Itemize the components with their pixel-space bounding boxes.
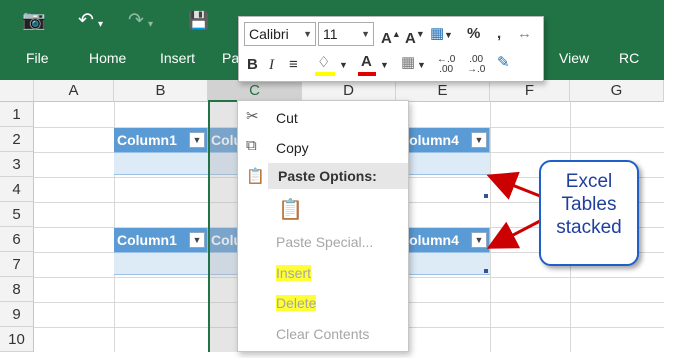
excel-window: 📷 ↶ ▾ ↷ ▾ 💾 File Home Insert Pa View RC …	[0, 0, 674, 358]
arrow-to-table2	[486, 219, 541, 249]
callout-line-1: Excel	[565, 171, 613, 192]
arrow-to-table1	[486, 171, 541, 200]
callout-line-3: stacked	[556, 217, 622, 238]
callout-box: Excel Tables stacked	[539, 160, 639, 266]
callout-line-2: Tables	[561, 194, 617, 215]
